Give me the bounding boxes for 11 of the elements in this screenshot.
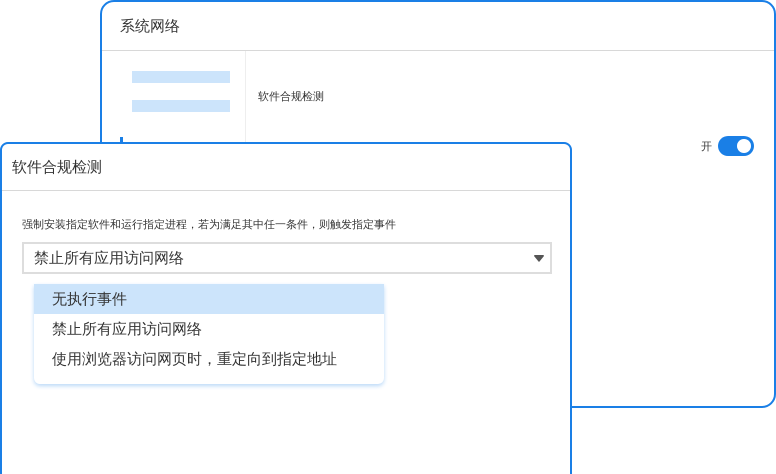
dropdown-option[interactable]: 无执行事件 — [34, 284, 384, 314]
toggle-switch[interactable] — [718, 136, 754, 156]
dialog-title: 软件合规检测 — [12, 158, 102, 176]
description-text: 强制安装指定软件和运行指定进程，若为满足其中任一条件，则触发指定事件 — [22, 217, 397, 232]
toggle-label: 开 — [701, 138, 712, 154]
caret-icon — [534, 254, 544, 262]
window-title: 系统网络 — [120, 16, 180, 36]
setting-label: 软件合规检测 — [258, 89, 325, 104]
dropdown-option[interactable]: 禁止所有应用访问网络 — [34, 314, 384, 344]
select-field[interactable]: 禁止所有应用访问网络 — [22, 242, 552, 274]
dropdown-option[interactable]: 使用浏览器访问网页时，重定向到指定地址 — [34, 344, 384, 374]
